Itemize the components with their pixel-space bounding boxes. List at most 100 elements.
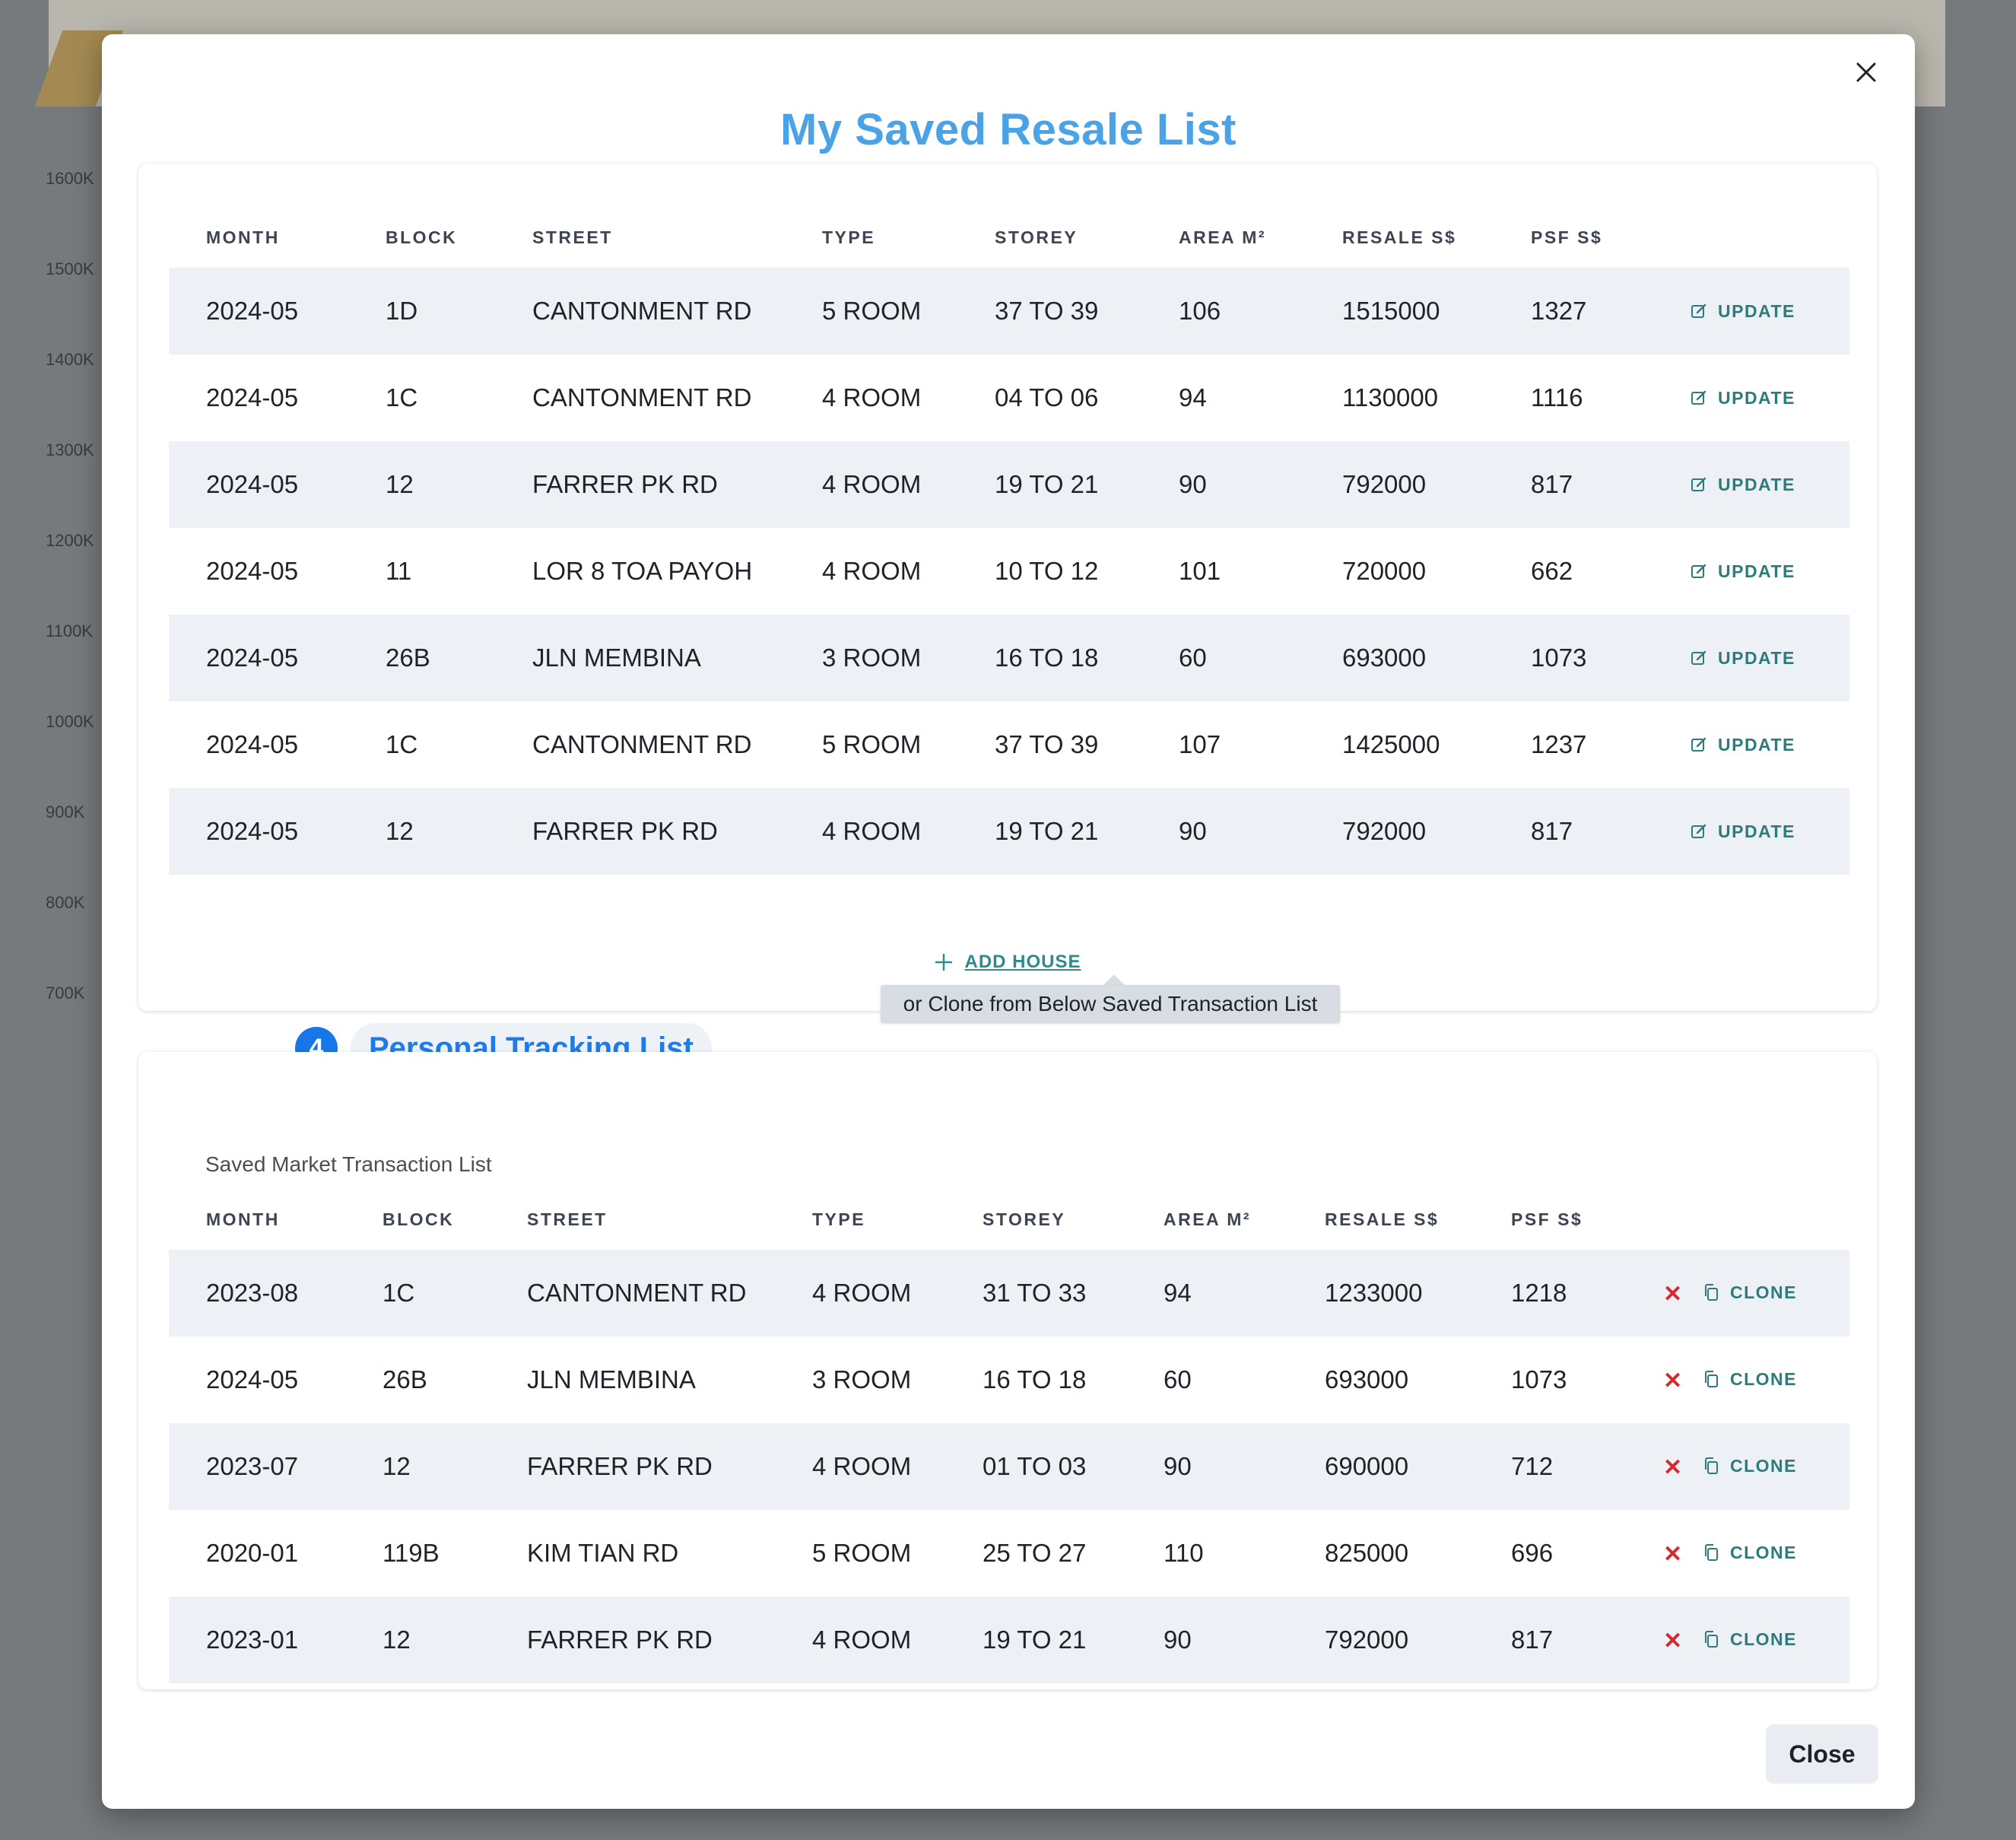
table-cell: 696 (1511, 1539, 1554, 1567)
column-header: PSF S$ (1511, 1209, 1583, 1229)
saved-resale-card: MONTH BLOCK STREET TYPE STOREY AREA M² R… (138, 164, 1877, 1011)
clone-label: CLONE (1730, 1542, 1797, 1562)
table-cell: 817 (1494, 441, 1653, 528)
table-cell: 720000 (1342, 557, 1427, 585)
table-cell: JLN MEMBINA (495, 615, 785, 701)
table-cell: 12 (348, 441, 495, 528)
clone-button[interactable]: CLONE (1703, 1369, 1797, 1390)
add-house-button[interactable]: ADD HOUSE (934, 952, 1081, 973)
table-cell: 792000 (1305, 441, 1494, 528)
delete-icon[interactable]: ✕ (1663, 1281, 1691, 1308)
table-header-row: MONTH BLOCK STREET TYPE STOREY AREA M² R… (169, 207, 1849, 268)
delete-icon[interactable]: ✕ (1663, 1541, 1691, 1568)
table-cell: 1233000 (1287, 1250, 1474, 1336)
clone-button[interactable]: CLONE (1703, 1456, 1797, 1476)
table-cell: 04 TO 06 (995, 383, 1099, 412)
table-cell: 25 TO 27 (983, 1539, 1087, 1567)
table-cell-actions: UPDATE (1653, 268, 1849, 354)
table-cell: 2024-05 (169, 441, 348, 528)
table-cell: JLN MEMBINA (527, 1365, 696, 1394)
table-row: 2024-05 1C CANTONMENT RD 4 ROOM 04 TO 06 94 11… (169, 354, 1849, 441)
table-cell: 60 (1164, 1365, 1192, 1394)
close-button[interactable]: Close (1766, 1724, 1878, 1784)
table-cell: 792000 (1287, 1597, 1474, 1683)
table-cell: 01 TO 03 (945, 1423, 1126, 1510)
clone-button[interactable]: CLONE (1703, 1629, 1797, 1650)
table-cell: 1515000 (1305, 268, 1494, 354)
table-cell: 2024-05 (206, 383, 299, 412)
column-header: TYPE (822, 227, 876, 247)
table-cell: 1073 (1494, 615, 1653, 701)
table-cell: 1116 (1531, 383, 1583, 412)
table-cell-actions: ✕ CLONE (1626, 1250, 1849, 1336)
background-y-tick: 1500K (46, 259, 94, 278)
table-row: 2023-08 1C CANTONMENT RD 4 ROOM 31 TO 33 94 12… (169, 1250, 1849, 1336)
background-y-tick: 1100K (46, 621, 93, 640)
update-label: UPDATE (1718, 300, 1795, 321)
edit-icon (1691, 564, 1706, 578)
background-y-tick: 1400K (46, 350, 94, 369)
close-icon[interactable] (1848, 54, 1884, 91)
table-cell: 19 TO 21 (945, 1597, 1126, 1683)
table-row: 2023-01 12 FARRER PK RD 4 ROOM 19 TO 21 90 792… (169, 1597, 1849, 1683)
table-cell: 825000 (1325, 1539, 1409, 1567)
clone-button[interactable]: CLONE (1703, 1543, 1797, 1563)
table-cell: 662 (1531, 557, 1573, 585)
table-cell: 90 (1141, 441, 1305, 528)
column-header: STOREY (995, 227, 1078, 247)
column-header-action (1653, 207, 1849, 268)
background-y-tick: 700K (46, 984, 85, 1003)
background-y-tick: 1300K (46, 440, 94, 459)
column-header: PSF S$ (1531, 227, 1603, 247)
table-row: 2024-05 26B JLN MEMBINA 3 ROOM 16 TO 18 60 693… (169, 1336, 1849, 1423)
table-cell: 2024-05 (169, 788, 348, 875)
clone-button[interactable]: CLONE (1703, 1282, 1797, 1303)
background-y-tick: 800K (46, 893, 85, 912)
table-row: 2024-05 12 FARRER PK RD 4 ROOM 19 TO 21 90 792… (169, 788, 1849, 875)
update-button[interactable]: UPDATE (1691, 735, 1795, 755)
delete-icon[interactable]: ✕ (1663, 1368, 1691, 1394)
update-button[interactable]: UPDATE (1691, 301, 1795, 322)
table-cell: 2024-05 (206, 1365, 299, 1394)
column-header: RESALE S$ (1325, 1209, 1440, 1229)
tooltip-arrow (1103, 974, 1125, 985)
update-label: UPDATE (1718, 647, 1795, 668)
table-cell: 19 TO 21 (957, 441, 1141, 528)
background-y-tick: 1200K (46, 531, 94, 550)
update-button[interactable]: UPDATE (1691, 648, 1795, 669)
table-cell: 693000 (1305, 615, 1494, 701)
edit-icon (1691, 477, 1706, 491)
table-cell-actions: ✕ CLONE (1626, 1510, 1849, 1597)
column-header: AREA M² (1179, 227, 1267, 247)
update-label: UPDATE (1718, 561, 1795, 581)
table-cell: FARRER PK RD (495, 788, 785, 875)
update-button[interactable]: UPDATE (1691, 388, 1795, 408)
table-cell: 4 ROOM (775, 1250, 945, 1336)
edit-icon (1691, 737, 1706, 752)
table-cell: 817 (1474, 1597, 1626, 1683)
table-cell: 3 ROOM (812, 1365, 912, 1394)
background-y-tick: 900K (46, 802, 85, 821)
update-button[interactable]: UPDATE (1691, 561, 1795, 582)
table-cell: 11 (386, 557, 412, 585)
tracking-list-card: Saved Market Transaction List MONTH BLOC… (138, 1052, 1877, 1689)
table-cell: 712 (1474, 1423, 1626, 1510)
delete-icon[interactable]: ✕ (1663, 1454, 1691, 1481)
copy-icon (1705, 1457, 1718, 1474)
table-cell: 2024-05 (169, 615, 348, 701)
table-cell: FARRER PK RD (490, 1597, 775, 1683)
table-cell-actions: ✕ CLONE (1626, 1423, 1849, 1510)
update-button[interactable]: UPDATE (1691, 821, 1795, 842)
update-button[interactable]: UPDATE (1691, 475, 1795, 495)
table-cell: 4 ROOM (785, 788, 957, 875)
table-cell: 2023-01 (169, 1597, 345, 1683)
column-header: RESALE S$ (1342, 227, 1457, 247)
table-cell: CANTONMENT RD (532, 383, 752, 412)
table-cell: 90 (1126, 1423, 1287, 1510)
table-cell: 4 ROOM (775, 1597, 945, 1683)
delete-icon[interactable]: ✕ (1663, 1628, 1691, 1654)
table-cell: 31 TO 33 (945, 1250, 1126, 1336)
column-header: BLOCK (386, 227, 458, 247)
table-row: 2024-05 11 LOR 8 TOA PAYOH 4 ROOM 10 TO 12 10… (169, 528, 1849, 615)
table-cell-actions: UPDATE (1653, 788, 1849, 875)
